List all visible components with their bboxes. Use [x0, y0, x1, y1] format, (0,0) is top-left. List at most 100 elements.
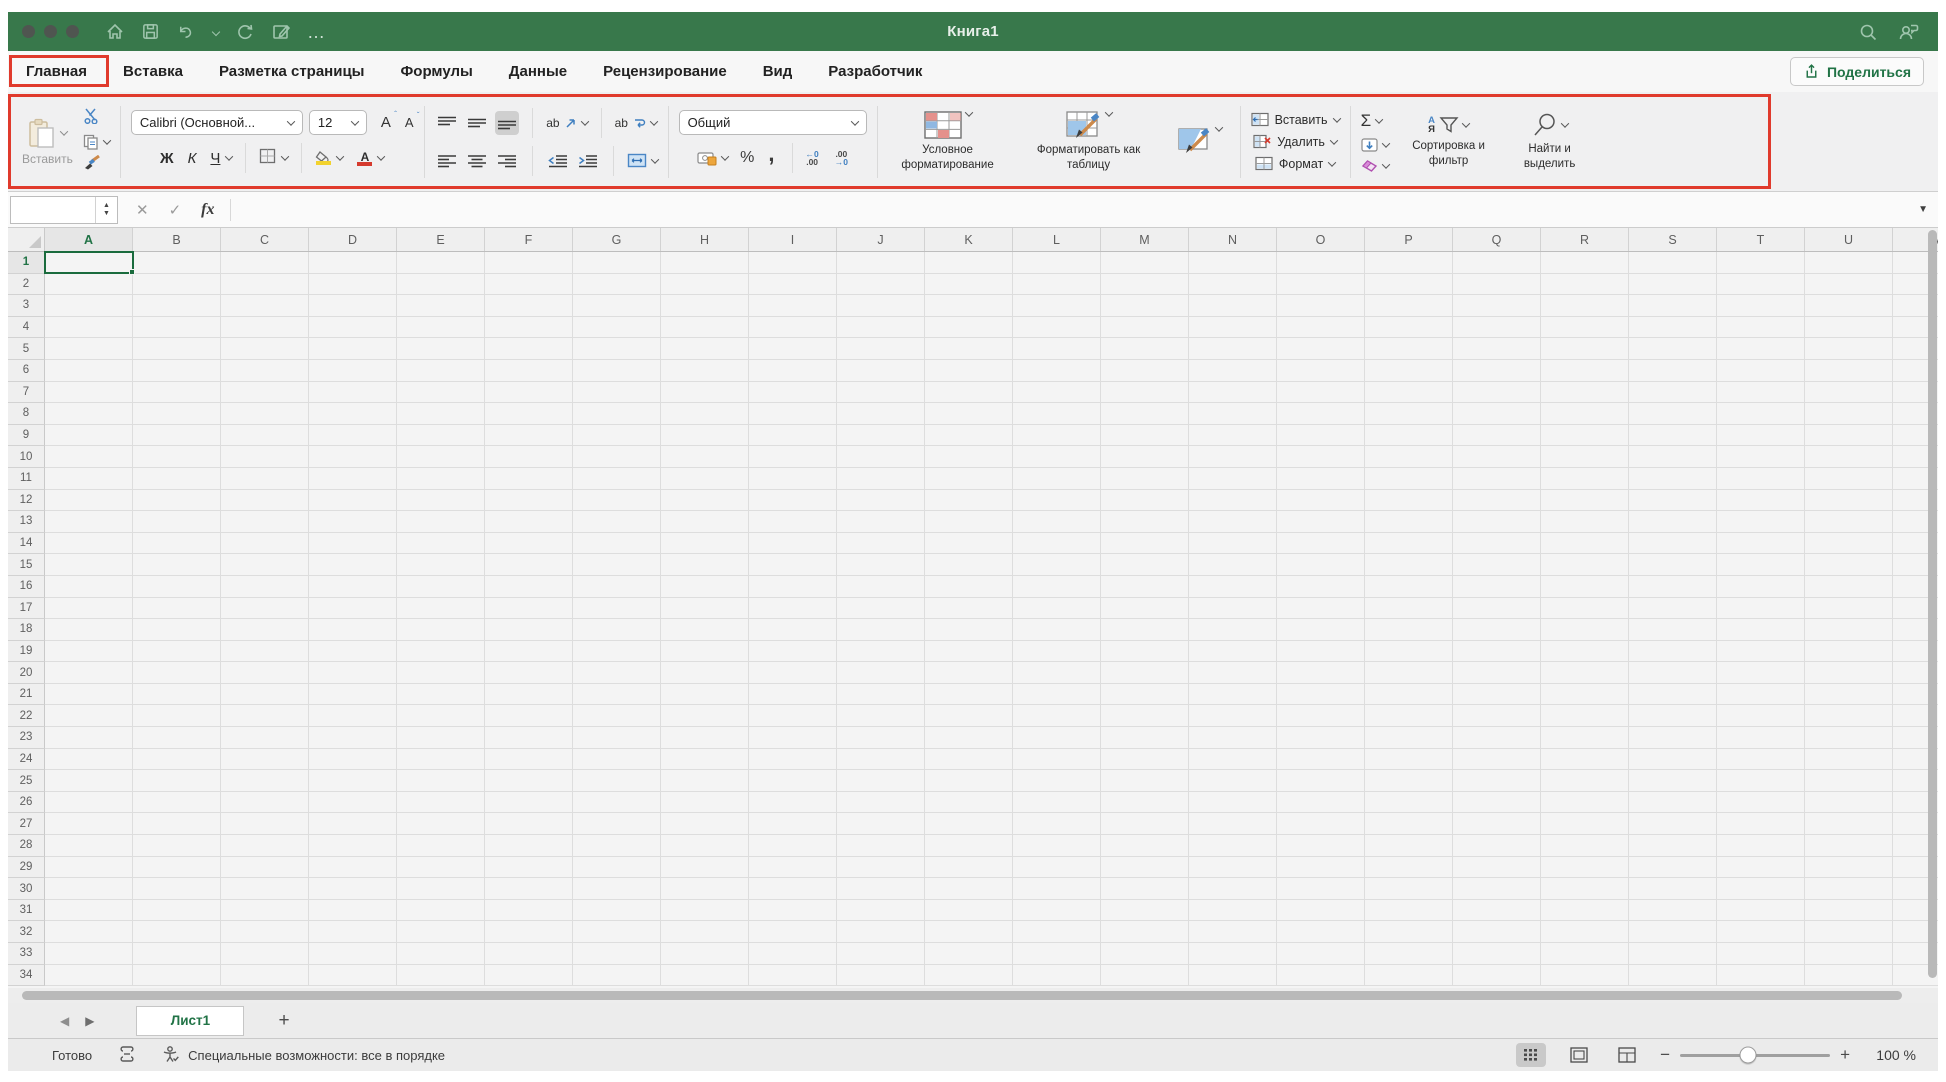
cell-S32[interactable]	[1629, 921, 1717, 943]
cell-N27[interactable]	[1189, 813, 1277, 836]
cell-I24[interactable]	[749, 748, 837, 771]
cell-F2[interactable]	[485, 273, 573, 296]
cell-K17[interactable]	[925, 597, 1013, 620]
cell-G12[interactable]	[573, 489, 661, 512]
name-box[interactable]: ▲ ▼	[10, 195, 118, 224]
cell-D2[interactable]	[309, 273, 397, 296]
cell-R12[interactable]	[1541, 489, 1629, 512]
cell-H5[interactable]	[661, 338, 749, 360]
cell-K31[interactable]	[925, 899, 1013, 922]
cell-L24[interactable]	[1013, 748, 1101, 771]
cell-E4[interactable]	[397, 316, 485, 339]
cell-U3[interactable]	[1805, 295, 1893, 317]
cell-K4[interactable]	[925, 316, 1013, 339]
cell-C8[interactable]	[221, 403, 309, 425]
accessibility-icon[interactable]	[162, 1045, 180, 1066]
cell-K13[interactable]	[925, 511, 1013, 533]
normal-view-button[interactable]	[1516, 1043, 1547, 1067]
cell-N19[interactable]	[1189, 640, 1277, 663]
cell-M24[interactable]	[1101, 748, 1189, 771]
cell-U29[interactable]	[1805, 856, 1893, 879]
cell-O12[interactable]	[1277, 489, 1365, 512]
cell-E9[interactable]	[397, 424, 485, 447]
cell-R16[interactable]	[1541, 575, 1629, 598]
cell-I1[interactable]	[749, 252, 837, 274]
insert-cells-dropdown-icon[interactable]	[1332, 113, 1341, 123]
cell-B29[interactable]	[133, 856, 221, 879]
cell-H2[interactable]	[661, 273, 749, 296]
cell-U28[interactable]	[1805, 835, 1893, 857]
cell-O25[interactable]	[1277, 770, 1365, 792]
cell-U23[interactable]	[1805, 727, 1893, 749]
horizontal-scrollbar[interactable]	[22, 991, 1902, 1000]
cell-I13[interactable]	[749, 511, 837, 533]
increase-font-size-button[interactable]: Aˆ	[381, 110, 397, 131]
row-header-6[interactable]: 6	[8, 359, 45, 382]
cell-G17[interactable]	[573, 597, 661, 620]
cell-J25[interactable]	[837, 770, 925, 792]
align-left-button[interactable]	[435, 149, 459, 173]
row-header-4[interactable]: 4	[8, 316, 45, 339]
cell-A23[interactable]	[45, 727, 133, 749]
row-header-26[interactable]: 26	[8, 791, 45, 814]
cell-S1[interactable]	[1629, 252, 1717, 274]
vertical-scrollbar[interactable]	[1928, 230, 1937, 978]
cell-A26[interactable]	[45, 791, 133, 814]
row-header-30[interactable]: 30	[8, 878, 45, 900]
cell-S23[interactable]	[1629, 727, 1717, 749]
cell-J19[interactable]	[837, 640, 925, 663]
cell-M34[interactable]	[1101, 964, 1189, 987]
cell-K18[interactable]	[925, 619, 1013, 641]
cell-C2[interactable]	[221, 273, 309, 296]
cell-T27[interactable]	[1717, 813, 1805, 836]
row-header-27[interactable]: 27	[8, 813, 45, 836]
row-header-14[interactable]: 14	[8, 532, 45, 555]
cell-S19[interactable]	[1629, 640, 1717, 663]
cell-O13[interactable]	[1277, 511, 1365, 533]
cell-T29[interactable]	[1717, 856, 1805, 879]
cell-Q28[interactable]	[1453, 835, 1541, 857]
cell-N24[interactable]	[1189, 748, 1277, 771]
column-header-F[interactable]: F	[485, 228, 573, 251]
cell-O20[interactable]	[1277, 662, 1365, 684]
cell-B12[interactable]	[133, 489, 221, 512]
cell-M13[interactable]	[1101, 511, 1189, 533]
cell-L20[interactable]	[1013, 662, 1101, 684]
cell-B33[interactable]	[133, 943, 221, 965]
cell-F17[interactable]	[485, 597, 573, 620]
cell-S14[interactable]	[1629, 532, 1717, 555]
cell-E33[interactable]	[397, 943, 485, 965]
cell-I27[interactable]	[749, 813, 837, 836]
underline-dropdown-icon[interactable]	[225, 152, 234, 161]
cell-L22[interactable]	[1013, 705, 1101, 728]
column-header-B[interactable]: B	[133, 228, 221, 251]
cell-C13[interactable]	[221, 511, 309, 533]
cell-J14[interactable]	[837, 532, 925, 555]
bold-button[interactable]: Ж	[160, 150, 174, 167]
cell-U17[interactable]	[1805, 597, 1893, 620]
cell-K20[interactable]	[925, 662, 1013, 684]
cell-C33[interactable]	[221, 943, 309, 965]
cell-N13[interactable]	[1189, 511, 1277, 533]
cell-L15[interactable]	[1013, 554, 1101, 576]
cell-Q21[interactable]	[1453, 683, 1541, 706]
cell-U7[interactable]	[1805, 381, 1893, 404]
cell-B3[interactable]	[133, 295, 221, 317]
cell-P16[interactable]	[1365, 575, 1453, 598]
cell-B11[interactable]	[133, 467, 221, 490]
cell-G32[interactable]	[573, 921, 661, 943]
cell-M12[interactable]	[1101, 489, 1189, 512]
cell-I16[interactable]	[749, 575, 837, 598]
cell-R1[interactable]	[1541, 252, 1629, 274]
orientation-button[interactable]: ab	[546, 116, 589, 130]
cell-E16[interactable]	[397, 575, 485, 598]
cell-R23[interactable]	[1541, 727, 1629, 749]
cell-I5[interactable]	[749, 338, 837, 360]
cell-L12[interactable]	[1013, 489, 1101, 512]
cell-D14[interactable]	[309, 532, 397, 555]
cell-E24[interactable]	[397, 748, 485, 771]
cell-O6[interactable]	[1277, 359, 1365, 382]
cell-J16[interactable]	[837, 575, 925, 598]
cell-N6[interactable]	[1189, 359, 1277, 382]
cell-I20[interactable]	[749, 662, 837, 684]
